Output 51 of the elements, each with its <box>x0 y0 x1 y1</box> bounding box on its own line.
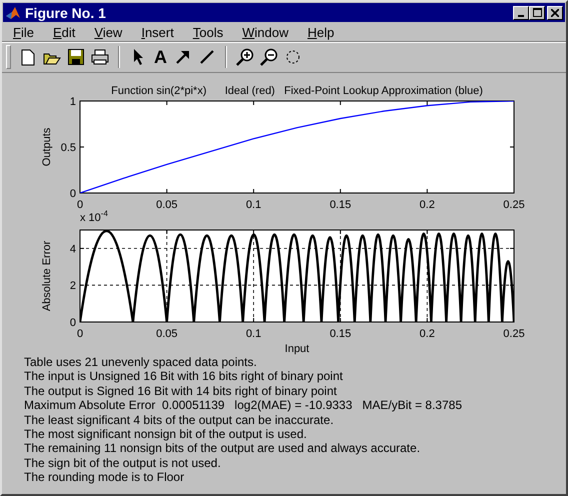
x-tick-label: 0.05 <box>156 328 178 340</box>
info-text: Table uses 21 unevenly spaced data points. <box>24 355 257 370</box>
maximize-icon <box>532 8 542 17</box>
y-tick-label: 0 <box>70 317 76 329</box>
minimize-button[interactable] <box>513 6 529 20</box>
y-tick-label: 2 <box>70 280 76 292</box>
y-tick-label: 4 <box>70 243 76 256</box>
x-tick-label: 0.1 <box>246 199 262 211</box>
x-tick-label: 0.2 <box>420 328 435 340</box>
close-button[interactable] <box>547 6 563 20</box>
info-text: The input is Unsigned 16 Bit with 16 bits right of binary point <box>24 369 343 384</box>
x-tick-label: 0.15 <box>330 199 352 211</box>
save-icon[interactable] <box>65 46 87 68</box>
menu-item[interactable]: Edit <box>46 24 82 40</box>
menu-item[interactable]: Help <box>300 24 342 40</box>
close-icon <box>551 8 559 16</box>
minimize-icon <box>518 14 524 16</box>
x-tick-label: 0 <box>76 199 84 211</box>
menu-item[interactable]: File <box>6 24 41 40</box>
x-tick-label: 0.25 <box>503 199 525 211</box>
y-axis-label: Outputs <box>41 128 53 166</box>
x-axis-label: Input <box>284 343 310 355</box>
menu-item[interactable]: Insert <box>134 24 181 40</box>
y-tick-label: 0.5 <box>60 142 76 154</box>
chart-title: Function sin(2*pi*x) Ideal (red) Fixed-Point Lookup Approximation (blue) <box>111 85 483 97</box>
app-logo-icon <box>5 4 21 20</box>
info-text: The sign bit of the output is not used. <box>24 456 221 470</box>
x-tick-label: 0.05 <box>156 199 178 211</box>
x-tick-label: 0.25 <box>503 328 525 340</box>
menu-item[interactable]: Tools <box>186 24 230 40</box>
menu-item[interactable]: View <box>87 24 130 40</box>
y-tick-label: 0 <box>70 188 76 200</box>
y-axis-label: Absolute Error <box>41 240 53 312</box>
x-tick-label: 0.15 <box>330 328 352 340</box>
info-text: The rounding mode is to Floor <box>24 470 184 485</box>
zoom-in-icon[interactable] <box>234 46 256 68</box>
menu-item[interactable]: Window <box>235 24 296 40</box>
info-text: The most significant nonsign bit of the output is used. <box>24 427 307 442</box>
x-tick-label: 0.2 <box>420 199 435 211</box>
info-text: The remaining 11 nonsign bits of the output are used and always accurate. <box>24 441 420 456</box>
x-tick-label: 0 <box>76 328 84 340</box>
x-tick-label: 0.1 <box>246 328 262 340</box>
info-text: The output is Signed 16 Bit with 14 bits right of binary point <box>24 384 337 398</box>
maximize-button[interactable] <box>529 6 545 20</box>
axis-scale-label: x 10$^{-4}$ <box>80 211 108 225</box>
info-text: The least significant 4 bits of the output can be inaccurate. <box>24 412 334 428</box>
text-tool-button[interactable]: A <box>151 46 170 68</box>
info-text: Maximum Absolute Error 0.00051139 log2(MAE) = -10.9333 MAE/yBit = 8.3785 <box>24 398 462 413</box>
y-tick-label: 1 <box>70 96 76 108</box>
zoom-out-icon[interactable] <box>258 46 280 68</box>
window-title: Figure No. 1 <box>25 4 107 20</box>
